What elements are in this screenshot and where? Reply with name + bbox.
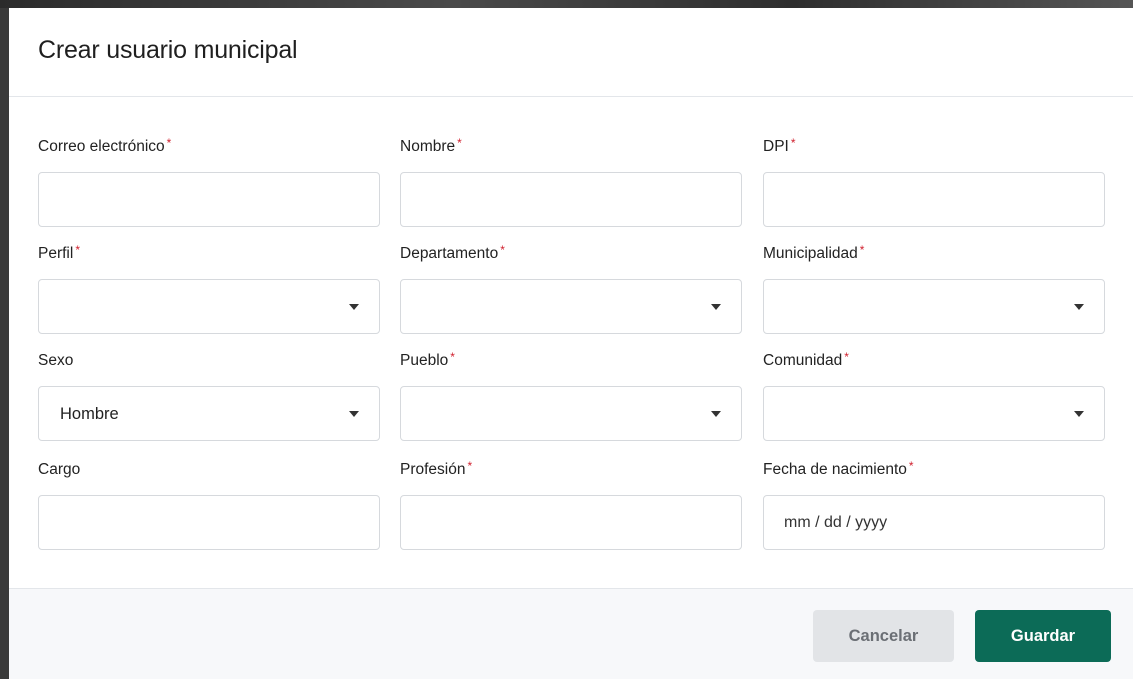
select-value: Hombre: [60, 405, 119, 423]
field-label-departamento: Departamento *: [400, 243, 505, 262]
chevron-down-icon: [1074, 411, 1084, 417]
email-input[interactable]: [38, 172, 380, 227]
profession-input[interactable]: [400, 495, 742, 550]
user-form: Correo electrónico * Nombre * DPI * Perfil *…: [9, 97, 1133, 588]
modal-title: Crear usuario municipal: [38, 35, 298, 64]
field-label-nombre: Nombre *: [400, 136, 462, 155]
municipality-select[interactable]: [763, 279, 1105, 334]
modal-header: Crear usuario municipal: [9, 8, 1133, 97]
community-select[interactable]: [763, 386, 1105, 441]
field-label-fecha-nacimiento: Fecha de nacimiento *: [763, 459, 914, 478]
birthdate-input[interactable]: [763, 495, 1105, 550]
required-mark: *: [450, 350, 455, 364]
required-mark: *: [859, 243, 865, 257]
page-backdrop: [0, 0, 1133, 8]
dpi-input[interactable]: [763, 172, 1105, 227]
field-label-cargo: Cargo: [38, 461, 81, 478]
chevron-down-icon: [1074, 304, 1084, 310]
people-select[interactable]: [400, 386, 742, 441]
field-label-pueblo: Pueblo *: [400, 350, 455, 369]
required-mark: *: [908, 459, 914, 473]
required-mark: *: [844, 350, 849, 364]
field-label-dpi: DPI *: [763, 136, 796, 155]
field-label-sexo: Sexo: [38, 352, 74, 369]
field-label-correo: Correo electrónico *: [38, 136, 172, 155]
save-button[interactable]: Guardar: [975, 610, 1111, 662]
field-label-comunidad: Comunidad *: [763, 350, 849, 369]
cancel-button[interactable]: Cancelar: [813, 610, 954, 662]
chevron-down-icon: [711, 411, 721, 417]
create-municipal-user-modal: Crear usuario municipal Correo electróni…: [9, 8, 1133, 679]
chevron-down-icon: [711, 304, 721, 310]
required-mark: *: [790, 136, 796, 150]
position-input[interactable]: [38, 495, 380, 550]
profile-select[interactable]: [38, 279, 380, 334]
chevron-down-icon: [349, 411, 359, 417]
modal-footer: Cancelar Guardar: [9, 588, 1133, 679]
department-select[interactable]: [400, 279, 742, 334]
chevron-down-icon: [349, 304, 359, 310]
field-label-municipalidad: Municipalidad *: [763, 243, 865, 262]
field-label-perfil: Perfil *: [38, 243, 80, 262]
required-mark: *: [75, 243, 80, 257]
required-mark: *: [467, 459, 473, 473]
sex-select[interactable]: Hombre: [38, 386, 380, 441]
required-mark: *: [457, 136, 462, 150]
required-mark: *: [500, 243, 505, 257]
name-input[interactable]: [400, 172, 742, 227]
field-label-profesion: Profesión *: [400, 459, 473, 478]
required-mark: *: [166, 136, 172, 150]
